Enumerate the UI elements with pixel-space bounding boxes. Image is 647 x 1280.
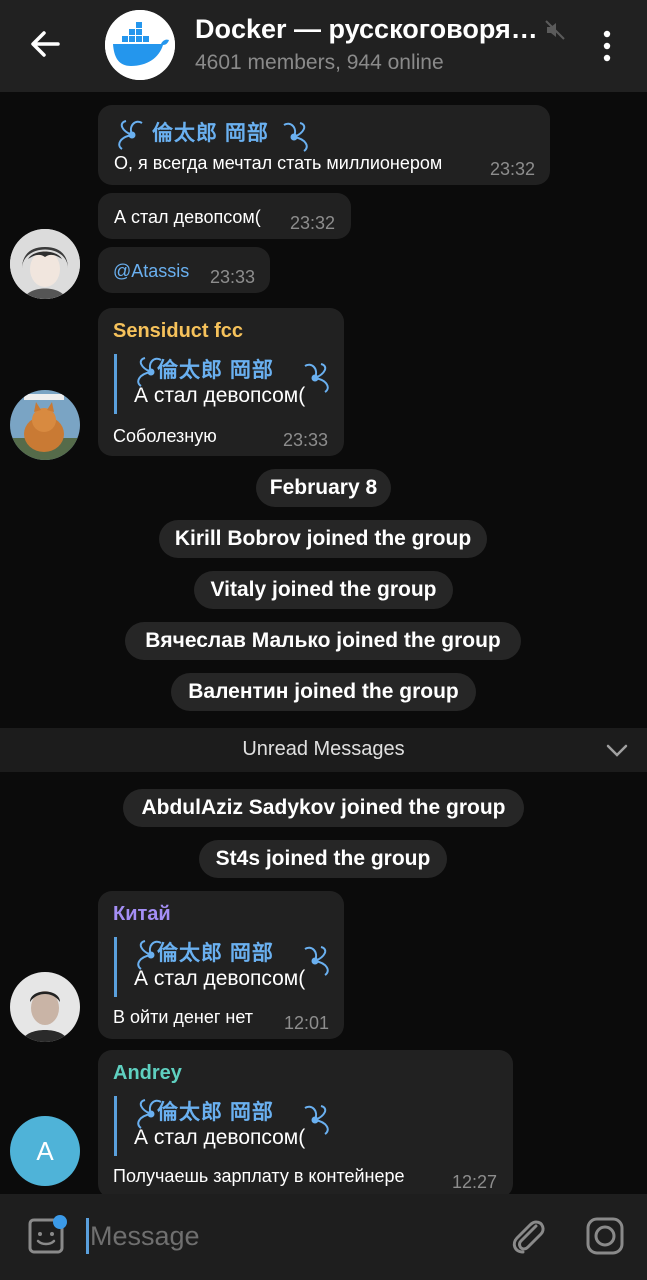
chat-header: Docker — русскоговорящее сообщество 4601… xyxy=(0,0,647,92)
more-options-icon[interactable] xyxy=(593,26,621,66)
emoji-sticker-button[interactable] xyxy=(24,1214,68,1258)
message-time: 12:01 xyxy=(284,1013,330,1033)
unread-divider: Unread Messages xyxy=(0,728,647,772)
sender-name[interactable]: Китай xyxy=(113,903,171,926)
group-avatar[interactable] xyxy=(105,10,175,80)
man-photo-avatar-image xyxy=(10,972,80,1042)
reply-author: 倫太郎 岡部 xyxy=(157,359,274,382)
join-notice: Вячеслав Малько joined the group xyxy=(125,622,521,660)
sparkle-decoration-icon xyxy=(283,122,308,152)
message-bubble[interactable]: Andrey 倫太郎 岡部 А стал девопсом( Получаешь… xyxy=(98,1050,513,1194)
message-text: А стал девопсом( xyxy=(114,207,261,227)
sender-name[interactable]: Sensiduct fcc xyxy=(113,320,243,343)
message-bubble[interactable]: А стал девопсом( 23:32 xyxy=(98,193,351,239)
reply-author: 倫太郎 岡部 xyxy=(157,1101,274,1124)
unread-label: Unread Messages xyxy=(242,738,405,760)
quoted-reply[interactable]: 倫太郎 岡部 А стал девопсом( xyxy=(114,1096,334,1156)
anime-avatar-image xyxy=(10,229,80,299)
message-time: 23:33 xyxy=(210,267,256,287)
text-cursor xyxy=(86,1218,89,1254)
message-input[interactable] xyxy=(90,1216,470,1256)
docker-whale-icon xyxy=(105,10,175,80)
avatar-letter: A xyxy=(36,1136,54,1166)
composer-bar xyxy=(0,1194,647,1280)
join-notice: Kirill Bobrov joined the group xyxy=(159,520,487,558)
reply-author: 倫太郎 岡部 xyxy=(157,942,274,965)
message-time: 12:27 xyxy=(452,1172,498,1192)
quoted-reply[interactable]: 倫太郎 岡部 А стал девопсом( xyxy=(114,937,334,997)
group-title[interactable]: Docker — русскоговорящее сообщество xyxy=(195,14,540,45)
message-text: Соболезную xyxy=(113,426,217,446)
join-notice: AbdulAziz Sadykov joined the group xyxy=(123,789,524,827)
user-avatar[interactable] xyxy=(10,390,80,460)
message-time: 23:32 xyxy=(490,159,536,179)
message-text: Получаешь зарплату в контейнере xyxy=(113,1166,405,1186)
members-count: 4601 members, 944 online xyxy=(195,51,444,74)
message-time: 23:32 xyxy=(290,213,336,233)
user-avatar[interactable] xyxy=(10,972,80,1042)
letter-avatar[interactable]: A xyxy=(10,1116,80,1186)
quoted-reply[interactable]: 倫太郎 岡部 А стал девопсом( xyxy=(114,354,334,414)
mention-link[interactable]: @Atassis xyxy=(113,261,189,282)
sticker-icon xyxy=(28,1215,67,1254)
reply-text: А стал девопсом( xyxy=(134,1126,306,1149)
camera-icon[interactable] xyxy=(583,1214,627,1258)
back-arrow-icon[interactable] xyxy=(24,22,68,66)
date-separator: February 8 xyxy=(256,469,391,507)
message-bubble[interactable]: 倫太郎 岡部 О, я всегда мечтал стать миллионе… xyxy=(98,105,550,185)
message-text: О, я всегда мечтал стать миллионером xyxy=(114,153,443,173)
sparkle-decoration-icon xyxy=(118,120,143,150)
message-list[interactable]: 倫太郎 岡部 О, я всегда мечтал стать миллионе… xyxy=(0,92,647,1194)
message-time: 23:33 xyxy=(283,430,329,450)
muted-speaker-icon xyxy=(545,20,565,40)
sender-name[interactable]: Andrey xyxy=(113,1062,182,1085)
paperclip-icon[interactable] xyxy=(508,1214,548,1258)
reply-author: 倫太郎 岡部 xyxy=(152,122,269,145)
join-notice: Валентин joined the group xyxy=(171,673,476,711)
reply-text: А стал девопсом( xyxy=(134,967,306,990)
message-bubble[interactable]: Sensiduct fcc 倫太郎 岡部 А стал девопсом( Со… xyxy=(98,308,344,456)
user-avatar[interactable] xyxy=(10,229,80,299)
message-text: В ойти денег нет xyxy=(113,1007,254,1027)
reply-text: А стал девопсом( xyxy=(134,384,306,407)
join-notice: St4s joined the group xyxy=(199,840,447,878)
message-bubble[interactable]: Китай 倫太郎 岡部 А стал девопсом( В ойти ден… xyxy=(98,891,344,1039)
cat-avatar-image xyxy=(10,390,80,460)
message-bubble[interactable]: @Atassis 23:33 xyxy=(98,247,270,293)
join-notice: Vitaly joined the group xyxy=(194,571,453,609)
chevron-down-icon[interactable] xyxy=(604,740,630,760)
